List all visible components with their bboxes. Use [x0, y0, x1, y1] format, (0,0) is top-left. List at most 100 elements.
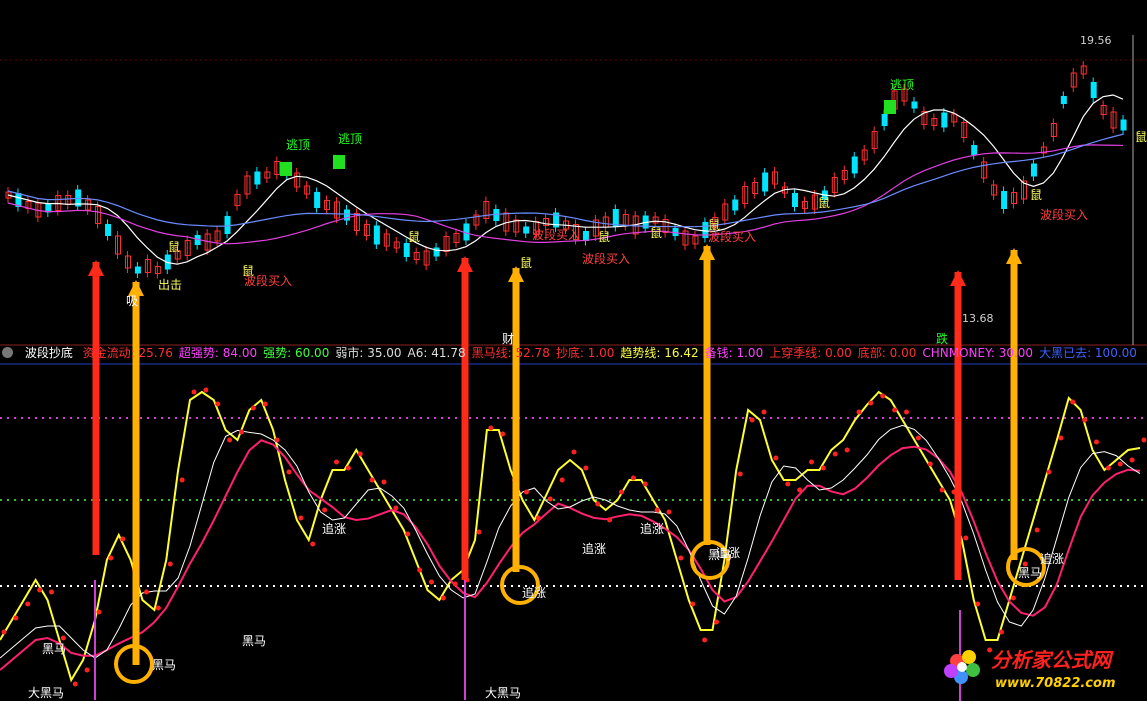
red-dot	[381, 479, 387, 485]
red-dot	[630, 475, 636, 481]
red-dot	[345, 465, 351, 471]
red-dot	[844, 447, 850, 453]
black-horse-label: 黑马	[152, 658, 177, 672]
chase-up-label: 追涨	[640, 522, 665, 536]
red-dot	[49, 589, 54, 595]
candle-body	[314, 192, 321, 208]
indicator-item: 备钱: 1.00	[705, 346, 764, 360]
red-dot	[856, 409, 862, 415]
oscillator-yellow-line	[0, 390, 1141, 683]
signal-arrow-head	[88, 260, 104, 276]
absorb-label: 吸	[126, 294, 139, 308]
red-dot	[547, 496, 553, 502]
red-dot	[1034, 527, 1040, 533]
indicator-item-value: 35.00	[367, 346, 402, 360]
flower-logo-icon	[944, 650, 980, 684]
signal-arrow-head	[699, 244, 715, 260]
indicator-item-label: 趋势线:	[620, 346, 665, 360]
candle-body	[224, 216, 231, 234]
red-dot	[298, 515, 304, 521]
red-dot	[239, 429, 244, 435]
band-buy-label: 波段买入	[582, 252, 631, 266]
candle-body	[373, 225, 380, 245]
red-dot	[369, 477, 375, 483]
candle-body	[732, 199, 739, 211]
red-dot	[535, 515, 541, 521]
red-dot	[1129, 457, 1135, 463]
signal-arrow-head	[950, 270, 966, 286]
candle-body	[15, 193, 22, 207]
red-dot	[559, 477, 565, 483]
black-horse-label: 黑马	[42, 642, 67, 656]
indicator-item-label: CHNMONEY:	[922, 346, 999, 360]
red-dot	[144, 589, 149, 595]
indicator-item-label: 资金流动:	[82, 346, 139, 360]
red-dot	[227, 437, 233, 443]
red-dot	[927, 461, 933, 467]
red-dot	[1141, 437, 1147, 443]
red-dot	[678, 555, 684, 561]
black-horse-label: 黑马	[242, 634, 267, 648]
indicator-item-label: 超强势:	[178, 346, 223, 360]
red-dot	[642, 481, 648, 487]
red-dot	[1117, 461, 1123, 467]
red-dot	[262, 401, 268, 407]
indicator-item-value: 30.00	[998, 346, 1034, 360]
rat-label: 鼠	[1030, 188, 1043, 202]
candle-body	[881, 114, 888, 126]
indicator-item-label: 底部:	[857, 346, 890, 360]
red-dot	[904, 409, 909, 415]
red-dot	[155, 605, 161, 611]
chase-up-label: 追涨	[1040, 552, 1065, 566]
indicator-item-label: 上穿季线:	[769, 346, 826, 360]
red-dot	[737, 471, 743, 477]
escape-top-label: 逃顶	[286, 138, 311, 152]
red-dot	[417, 567, 423, 573]
indicator-item: CHNMONEY: 30.00	[922, 346, 1033, 360]
indicator-item-label: 大黑已去:	[1039, 346, 1095, 360]
red-dot	[797, 487, 803, 493]
price-labels: 19.56 13.68	[962, 34, 1112, 325]
chase-up-label: 追涨	[582, 542, 607, 556]
rat-label: 鼠	[408, 230, 421, 244]
indicator-item: 上穿季线: 0.00	[769, 346, 852, 360]
indicator-item-value: 84.00	[222, 346, 258, 360]
indicator-item-label: 弱市:	[335, 346, 368, 360]
candle-body	[105, 224, 112, 236]
candle-body	[1060, 96, 1067, 104]
red-dot	[72, 681, 78, 687]
escape-top-label: 逃顶	[338, 132, 363, 146]
indicator-item-label: A6:	[407, 346, 432, 360]
red-dot	[310, 541, 316, 547]
red-dot	[334, 459, 339, 465]
low-price-label: 13.68	[962, 312, 994, 325]
indicator-item-value: 0.00	[889, 346, 917, 360]
red-dot	[749, 417, 755, 423]
red-dot	[999, 629, 1004, 635]
signal-arrow-head	[1006, 248, 1022, 264]
indicator-item-value: 52.78	[515, 346, 550, 360]
red-dot	[607, 517, 613, 523]
escape-top-label: 逃顶	[890, 78, 915, 92]
red-dot	[1, 629, 7, 635]
red-dot	[286, 469, 292, 475]
candle-body	[971, 145, 978, 155]
red-dot	[880, 393, 886, 399]
indicator-item-value: 25.76	[138, 346, 173, 360]
oscillator-pink-line	[0, 439, 1141, 671]
settings-icon[interactable]	[2, 347, 13, 358]
band-buy-label: 波段买入	[532, 228, 581, 242]
red-dot	[357, 451, 363, 457]
candle-body	[254, 171, 261, 185]
band-buy-label: 波段买入	[708, 230, 757, 244]
watermark-url: www.70822.com	[995, 676, 1116, 691]
red-dot	[167, 561, 173, 567]
red-dot	[191, 389, 197, 395]
red-dot	[120, 536, 126, 542]
rat-label: 鼠	[520, 256, 533, 270]
red-dot	[96, 609, 102, 615]
indicator-values: 资金流动: 25.76 超强势: 84.00 强势: 60.00 弱市: 35.00 A…	[83, 346, 1143, 360]
escape-top-box	[333, 155, 345, 169]
red-dot	[785, 481, 791, 487]
red-dot	[832, 451, 838, 457]
